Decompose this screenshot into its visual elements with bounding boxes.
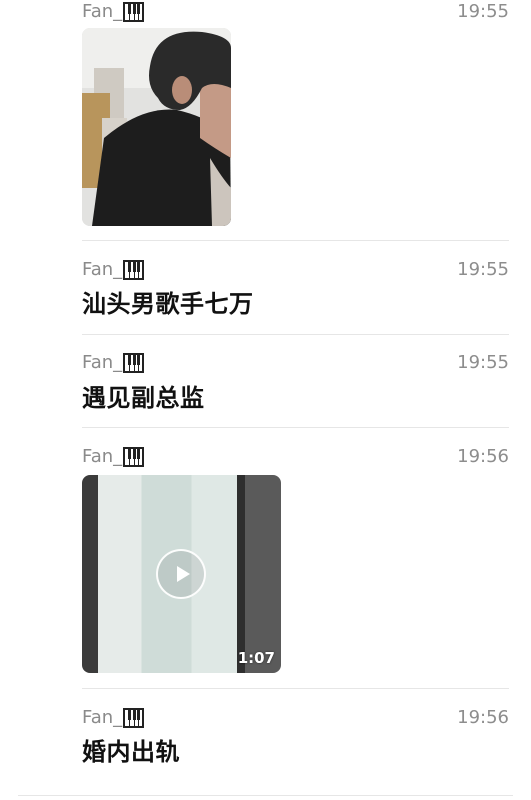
piano-keys-icon [123, 353, 145, 373]
sender-name: Fan_ [82, 706, 145, 730]
message-time: 19:55 [457, 1, 509, 22]
piano-keys-icon [123, 708, 145, 728]
message-divider [82, 427, 509, 428]
message-text: 汕头男歌手七万 [82, 290, 254, 318]
message-time: 19:55 [457, 352, 509, 373]
chat-message-text: Fan_ 19:56 婚内出轨 [0, 706, 531, 782]
sender-name: Fan_ [82, 0, 145, 24]
chat-message-photo: Fan_ 19:55 [0, 0, 531, 240]
message-time: 19:55 [457, 259, 509, 280]
message-photo[interactable] [82, 28, 231, 226]
message-text: 婚内出轨 [82, 738, 180, 766]
message-video[interactable]: 1:07 [82, 475, 281, 673]
message-divider [82, 240, 509, 241]
photo-thumbnail [82, 28, 231, 226]
chat-message-text: Fan_ 19:55 汕头男歌手七万 [0, 258, 531, 334]
piano-keys-icon [123, 447, 145, 467]
piano-keys-icon [123, 2, 145, 22]
message-time: 19:56 [457, 707, 509, 728]
message-divider [82, 334, 509, 335]
chat-message-text: Fan_ 19:55 遇见副总监 [0, 351, 531, 427]
message-time: 19:56 [457, 446, 509, 467]
sender-name: Fan_ [82, 445, 145, 469]
message-divider [82, 688, 509, 689]
message-divider [18, 795, 513, 796]
message-text: 遇见副总监 [82, 384, 205, 412]
piano-keys-icon [123, 260, 145, 280]
play-icon[interactable] [156, 549, 206, 599]
video-duration: 1:07 [237, 649, 275, 667]
sender-name: Fan_ [82, 351, 145, 375]
sender-name: Fan_ [82, 258, 145, 282]
chat-message-video: Fan_ 19:56 1:07 [0, 445, 531, 685]
